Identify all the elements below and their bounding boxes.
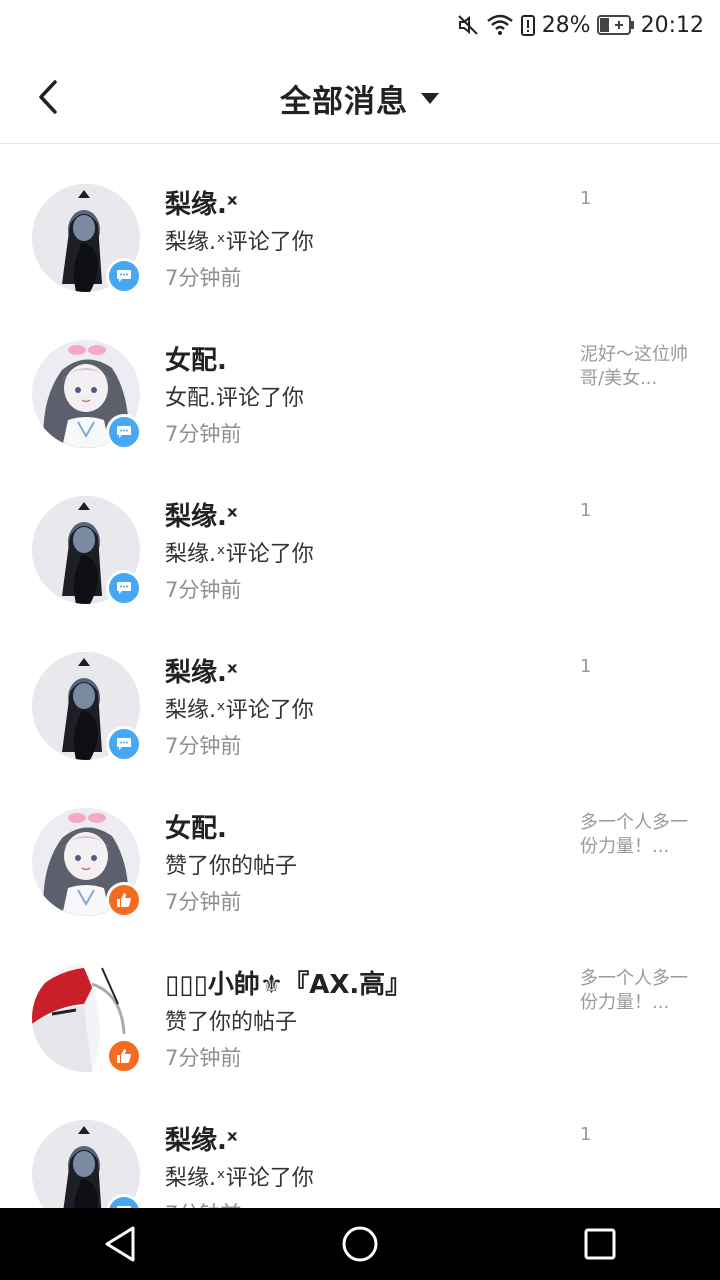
comment-icon [117, 582, 131, 594]
message-time: 7分钟前 [165, 734, 242, 758]
message-action: 赞了你的帖子 [165, 854, 298, 879]
list-item[interactable]: ▯▯▯小帥⚜『AX.高』赞了你的帖子 7分钟前 多一个人多一份力量！... [0, 924, 720, 1080]
message-action: 梨缘.ˣ评论了你 [165, 698, 314, 723]
message-preview: 1 [580, 656, 592, 677]
message-action: 梨缘.ˣ评论了你 [165, 230, 314, 255]
list-item[interactable]: 梨缘.ˣ 梨缘.ˣ评论了你 7分钟前 1 [0, 456, 720, 612]
message-preview: 多一个人多一份力量！... [580, 812, 688, 857]
list-item[interactable]: 梨缘.ˣ 梨缘.ˣ评论了你 7分钟前 1 [0, 612, 720, 768]
list-item[interactable]: 女配. 女配.评论了你 7分钟前 泥好～这位帅哥/美女... [0, 300, 720, 456]
sender-name[interactable]: 梨缘.ˣ [165, 652, 238, 689]
message-time: 7分钟前 [165, 422, 242, 446]
like-badge [106, 882, 142, 918]
message-action: 赞了你的帖子 [165, 1010, 298, 1035]
message-preview: 1 [580, 500, 592, 521]
battery-charging-icon [596, 14, 635, 36]
nav-back-button[interactable] [80, 1214, 160, 1274]
message-action: 梨缘.ˣ评论了你 [165, 542, 314, 567]
comment-icon [117, 270, 131, 282]
comment-badge [106, 570, 142, 606]
comment-icon [117, 738, 131, 750]
status-bar: 28% 20:12 [0, 0, 720, 50]
sender-name[interactable]: 女配. [165, 340, 227, 377]
list-item[interactable]: 梨缘.ˣ 梨缘.ˣ评论了你 7分钟前 1 [0, 1080, 720, 1208]
message-filter-dropdown[interactable]: 全部消息 [0, 76, 720, 121]
comment-badge [106, 726, 142, 762]
mute-icon [456, 13, 480, 37]
list-item[interactable]: 女配. 赞了你的帖子 7分钟前 多一个人多一份力量！... [0, 768, 720, 924]
message-time: 7分钟前 [165, 890, 242, 914]
sender-name[interactable]: 梨缘.ˣ [165, 496, 238, 533]
like-badge [106, 1038, 142, 1074]
comment-badge [106, 258, 142, 294]
thumbs-up-icon [117, 893, 131, 907]
message-preview: 多一个人多一份力量！... [580, 968, 688, 1013]
triangle-back-icon [105, 1226, 135, 1262]
sender-name[interactable]: ▯▯▯小帥⚜『AX.高』 [165, 964, 411, 1001]
caret-down-icon [421, 92, 439, 104]
list-item[interactable]: 梨缘.ˣ 梨缘.ˣ评论了你 7分钟前 1 [0, 144, 720, 300]
sender-name[interactable]: 梨缘.ˣ [165, 184, 238, 221]
message-preview: 1 [580, 188, 592, 209]
navigation-bar [0, 1208, 720, 1280]
comment-icon [117, 426, 131, 438]
message-action: 女配.评论了你 [165, 386, 304, 411]
sender-name[interactable]: 梨缘.ˣ [165, 1120, 238, 1157]
battery-percent: 28% [541, 12, 591, 38]
nav-recents-button[interactable] [560, 1214, 640, 1274]
nav-home-button[interactable] [320, 1214, 400, 1274]
message-preview: 1 [580, 1124, 592, 1145]
square-recents-icon [584, 1228, 616, 1260]
clock: 20:12 [640, 12, 704, 38]
message-action: 梨缘.ˣ评论了你 [165, 1166, 314, 1191]
header: 全部消息 [0, 50, 720, 144]
message-time: 7分钟前 [165, 266, 242, 290]
message-time: 7分钟前 [165, 578, 242, 602]
sender-name[interactable]: 女配. [165, 808, 227, 845]
message-list[interactable]: 梨缘.ˣ 梨缘.ˣ评论了你 7分钟前 1 女配. 女配.评论了你 7分钟前 泥好～这位帅哥/美… [0, 144, 720, 1208]
message-preview: 泥好～这位帅哥/美女... [580, 344, 688, 389]
circle-home-icon [342, 1226, 378, 1262]
comment-badge [106, 414, 142, 450]
status-icons: 28% 20:12 [456, 10, 704, 40]
message-time: 7分钟前 [165, 1046, 242, 1070]
battery-alert-icon [520, 13, 536, 37]
wifi-icon [486, 13, 514, 37]
thumbs-up-icon [117, 1049, 131, 1063]
page-title: 全部消息 [280, 84, 408, 120]
message-time: 7分钟前 [165, 1198, 241, 1208]
